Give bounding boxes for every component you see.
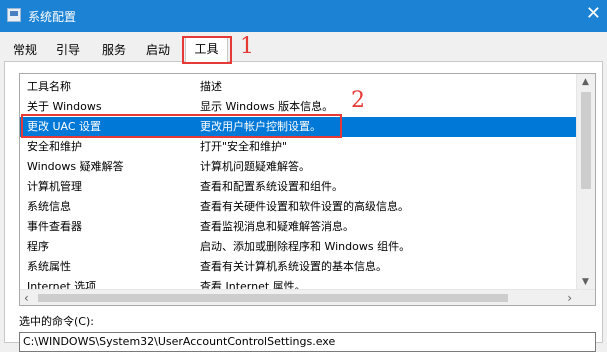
vertical-scroll-thumb[interactable] <box>581 92 591 189</box>
tool-name: 程序 <box>27 240 49 253</box>
tools-list: 工具名称 描述 关于 Windows 显示 Windows 版本信息。 更改 U… <box>19 73 596 306</box>
annotation-marker-1: 1 <box>240 34 254 59</box>
tool-description: 查看监视消息和疑难解答消息。 <box>200 220 354 233</box>
tool-name: 计算机管理 <box>27 180 82 193</box>
list-item[interactable]: 安全和维护 打开"安全和维护" <box>20 137 577 157</box>
scroll-down-arrow-icon[interactable]: ▼ <box>582 277 589 287</box>
msconfig-app-icon <box>7 8 21 22</box>
tool-name: 系统信息 <box>27 200 71 213</box>
tool-description: 查看有关计算机系统设置的基本信息。 <box>200 260 387 273</box>
tab-tools-highlight-box <box>182 36 232 64</box>
tool-name: Windows 疑难解答 <box>27 160 124 173</box>
selected-row-highlight-box <box>21 114 342 138</box>
list-item[interactable]: 系统信息 查看有关硬件设置和软件设置的高级信息。 <box>20 197 577 217</box>
list-item[interactable]: Windows 疑难解答 计算机问题疑难解答。 <box>20 157 577 177</box>
tool-description: 查看有关硬件设置和软件设置的高级信息。 <box>200 200 409 213</box>
title-bar: 系统配置 ✕ <box>0 0 607 32</box>
scroll-up-arrow-icon[interactable]: ▲ <box>582 77 589 87</box>
close-icon[interactable]: ✕ <box>586 4 601 24</box>
selected-command-field[interactable]: C:\WINDOWS\System32\UserAccountControlSe… <box>19 332 596 352</box>
scroll-left-arrow-icon[interactable]: ‹ <box>24 291 29 305</box>
column-header-description[interactable]: 描述 <box>200 77 222 97</box>
vertical-scrollbar[interactable]: ▲ ▼ <box>576 74 595 290</box>
tool-description: 打开"安全和维护" <box>200 140 288 153</box>
column-header-name[interactable]: 工具名称 <box>27 77 71 97</box>
horizontal-scrollbar[interactable]: ‹ › <box>20 289 595 305</box>
list-item[interactable]: 计算机管理 查看和配置系统设置和组件。 <box>20 177 577 197</box>
list-item[interactable]: 程序 启动、添加或删除程序和 Windows 组件。 <box>20 237 577 257</box>
tool-name: 系统属性 <box>27 260 71 273</box>
list-item[interactable]: 系统属性 查看有关计算机系统设置的基本信息。 <box>20 257 577 277</box>
scroll-right-arrow-icon[interactable]: › <box>567 291 572 305</box>
window-title: 系统配置 <box>28 10 77 24</box>
tab-boot[interactable]: 引导 <box>52 40 84 60</box>
tab-general[interactable]: 常规 <box>9 40 41 60</box>
list-item[interactable]: 事件查看器 查看监视消息和疑难解答消息。 <box>20 217 577 237</box>
tab-strip: 常规 引导 服务 启动 工具 <box>0 36 607 62</box>
tab-startup[interactable]: 启动 <box>142 40 174 60</box>
tool-description: 查看和配置系统设置和组件。 <box>200 180 343 193</box>
scrollbar-corner <box>577 290 595 305</box>
tab-services[interactable]: 服务 <box>98 40 130 60</box>
list-header-row: 工具名称 描述 <box>20 77 577 97</box>
annotation-marker-2: 2 <box>351 88 365 113</box>
selected-command-label: 选中的命令(C): <box>19 315 94 328</box>
horizontal-scroll-thumb[interactable] <box>38 294 508 302</box>
tool-name: 安全和维护 <box>27 140 82 153</box>
tool-name: 事件查看器 <box>27 220 82 233</box>
tool-description: 计算机问题疑难解答。 <box>200 160 310 173</box>
tool-description: 启动、添加或删除程序和 Windows 组件。 <box>200 240 411 253</box>
